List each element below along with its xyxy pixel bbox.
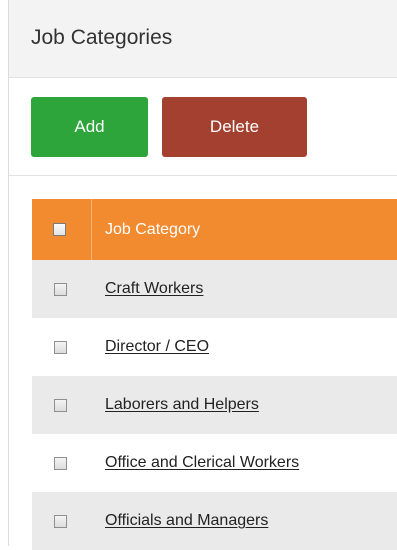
row-checkbox-cell [32,260,92,318]
row-checkbox[interactable] [53,514,67,528]
table-row: Laborers and Helpers [32,376,397,434]
job-category-table: Job Category Craft Workers Director / CE… [32,199,397,550]
row-label-cell: Office and Clerical Workers [92,454,299,472]
job-categories-panel: Job Categories Add Delete Job Category C… [8,0,397,550]
row-label-cell: Laborers and Helpers [92,396,259,414]
page-title: Job Categories [31,26,173,49]
table-header-row: Job Category [32,199,397,260]
job-category-link[interactable]: Director / CEO [105,338,209,355]
row-label-cell: Officials and Managers [92,512,268,530]
delete-button[interactable]: Delete [162,97,307,157]
panel-header: Job Categories [9,0,397,78]
row-checkbox-cell [32,376,92,434]
row-checkbox[interactable] [53,398,67,412]
row-checkbox-cell [32,434,92,492]
table-row: Office and Clerical Workers [32,434,397,492]
row-checkbox[interactable] [53,456,67,470]
column-header-job-category[interactable]: Job Category [92,221,200,239]
job-category-link[interactable]: Officials and Managers [105,512,268,529]
toolbar: Add Delete [9,78,397,176]
job-category-link[interactable]: Laborers and Helpers [105,396,259,413]
add-button[interactable]: Add [31,97,148,157]
job-category-link[interactable]: Office and Clerical Workers [105,454,299,471]
job-category-link[interactable]: Craft Workers [105,280,203,297]
table-row: Director / CEO [32,318,397,376]
row-checkbox[interactable] [53,340,67,354]
row-label-cell: Director / CEO [92,338,209,356]
row-label-cell: Craft Workers [92,280,203,298]
select-all-checkbox[interactable] [53,223,66,236]
row-checkbox[interactable] [53,282,67,296]
row-checkbox-cell [32,492,92,550]
table-row: Craft Workers [32,260,397,318]
row-checkbox-cell [32,318,92,376]
table-row: Officials and Managers [32,492,397,550]
select-all-cell [32,199,92,260]
